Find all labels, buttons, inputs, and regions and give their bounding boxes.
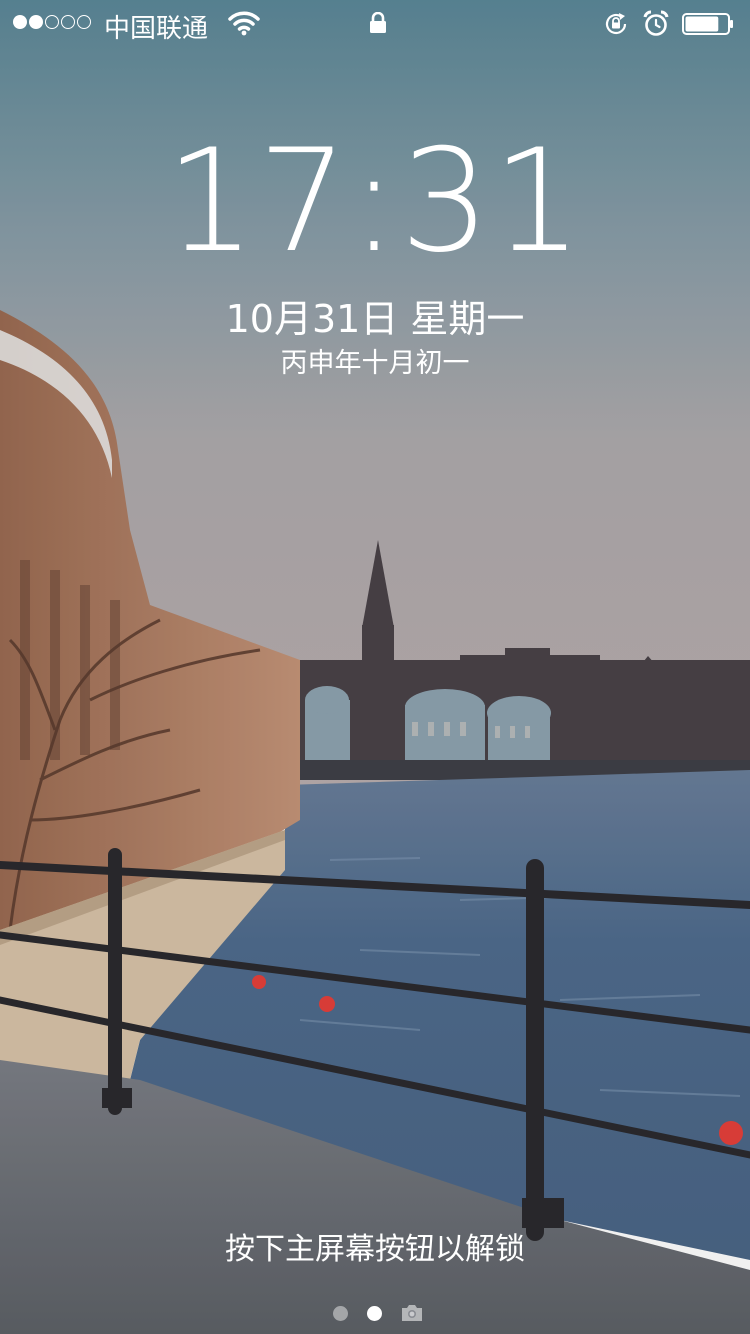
rotation-lock-icon: [605, 13, 627, 35]
status-bar: 中国联通: [0, 0, 750, 48]
lock-screen-time: 17:31: [165, 119, 585, 284]
lock-screen[interactable]: 中国联通 17:31 10月31日 星期一 丙申年十月初一 按下主屏幕按钮以解锁: [0, 0, 750, 1334]
signal-dot: [61, 15, 75, 29]
signal-dot: [13, 15, 27, 29]
page-indicator[interactable]: [0, 1302, 750, 1326]
carrier-name: 中国联通: [104, 14, 209, 44]
lunar-date: 丙申年十月初一: [280, 348, 470, 379]
signal-dot: [77, 15, 91, 29]
page-dot[interactable]: [333, 1306, 348, 1321]
wifi-icon: [228, 11, 260, 36]
camera-icon[interactable]: [400, 1302, 424, 1324]
signal-dot: [29, 15, 43, 29]
lock-screen-date: 10月31日 星期一: [225, 297, 525, 341]
alarm-icon: [643, 10, 669, 36]
lock-icon: [370, 12, 386, 33]
page-dot-current[interactable]: [367, 1306, 382, 1321]
unlock-hint: 按下主屏幕按钮以解锁: [225, 1232, 525, 1267]
signal-dot: [45, 15, 59, 29]
battery-icon: [682, 13, 733, 35]
signal-strength-indicator: [13, 15, 91, 29]
battery-level-fill: [685, 16, 719, 32]
